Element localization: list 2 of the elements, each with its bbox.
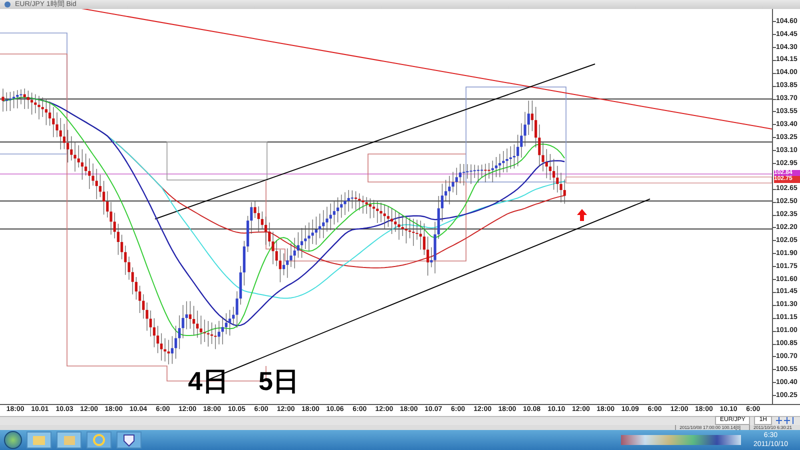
day-annotation: 5日	[258, 367, 299, 396]
day-annotation: 4日	[188, 367, 228, 396]
